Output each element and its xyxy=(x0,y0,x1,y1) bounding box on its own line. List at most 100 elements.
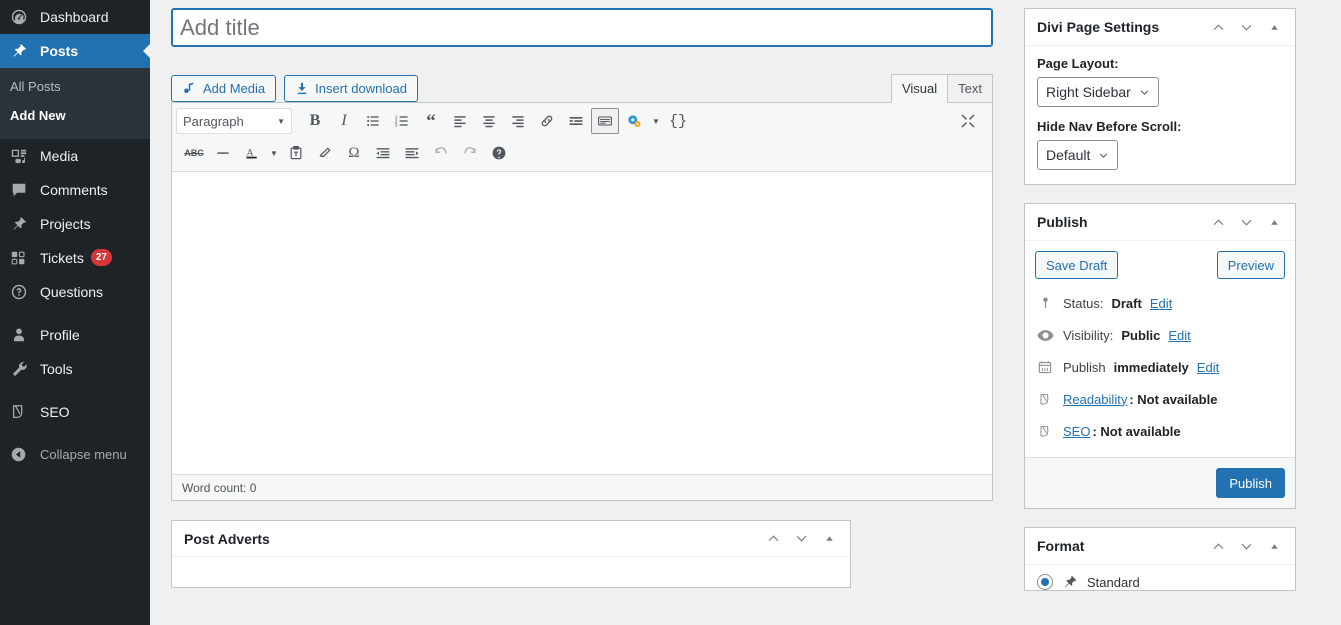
tab-visual[interactable]: Visual xyxy=(890,74,949,103)
pin-icon xyxy=(10,214,32,234)
insert-download-button[interactable]: Insert download xyxy=(284,75,418,102)
sidebar-item-posts[interactable]: Posts xyxy=(0,34,150,68)
align-left-icon[interactable] xyxy=(446,108,474,134)
paragraph-format-select[interactable]: Paragraph ▼ xyxy=(176,108,292,134)
text-color-icon[interactable]: A xyxy=(238,140,266,166)
move-down-icon[interactable] xyxy=(1237,213,1255,231)
sidebar-item-media[interactable]: Media xyxy=(0,139,150,173)
svg-text:3: 3 xyxy=(395,123,398,129)
fullscreen-icon[interactable] xyxy=(954,108,982,134)
special-character-icon[interactable]: Ω xyxy=(340,140,368,166)
move-up-icon[interactable] xyxy=(1209,213,1227,231)
strikethrough-icon[interactable]: ABC xyxy=(180,140,208,166)
clear-formatting-icon[interactable] xyxy=(311,140,339,166)
horizontal-rule-icon[interactable] xyxy=(209,140,237,166)
redo-icon[interactable] xyxy=(456,140,484,166)
toggle-panel-icon[interactable] xyxy=(820,530,838,548)
publish-status-list: Status: Draft Edit Visibility: Public Ed… xyxy=(1025,283,1295,457)
post-adverts-header[interactable]: Post Adverts xyxy=(172,521,850,557)
move-up-icon[interactable] xyxy=(1209,537,1227,555)
status-row: Status: Draft Edit xyxy=(1035,287,1285,319)
format-panel-header[interactable]: Format xyxy=(1025,528,1295,565)
user-icon xyxy=(10,325,32,345)
sidebar-item-label: Profile xyxy=(40,326,80,343)
status-edit-link[interactable]: Edit xyxy=(1150,296,1172,311)
readability-link[interactable]: Readability xyxy=(1063,392,1127,407)
publish-panel: Publish Save Draft Preview Status: Draft… xyxy=(1024,203,1296,509)
bold-icon[interactable]: B xyxy=(301,108,329,134)
move-down-icon[interactable] xyxy=(1237,537,1255,555)
align-center-icon[interactable] xyxy=(475,108,503,134)
add-media-button[interactable]: Add Media xyxy=(171,75,277,102)
seo-link[interactable]: SEO xyxy=(1063,424,1090,439)
sidebar-item-comments[interactable]: Comments xyxy=(0,173,150,207)
comment-icon xyxy=(10,180,32,200)
sidebar-item-tools[interactable]: Tools xyxy=(0,352,150,386)
indent-icon[interactable] xyxy=(398,140,426,166)
move-down-icon[interactable] xyxy=(1237,18,1255,36)
read-more-icon[interactable] xyxy=(562,108,590,134)
download-icon xyxy=(295,81,309,96)
seo-value: : Not available xyxy=(1092,423,1181,439)
text-color-caret-icon[interactable]: ▼ xyxy=(267,140,281,166)
undo-icon[interactable] xyxy=(427,140,455,166)
numbered-list-icon[interactable]: 123 xyxy=(388,108,416,134)
tab-text[interactable]: Text xyxy=(947,74,993,103)
format-option-label: Standard xyxy=(1087,574,1140,590)
toggle-panel-icon[interactable] xyxy=(1265,213,1283,231)
toggle-panel-icon[interactable] xyxy=(1265,537,1283,555)
question-icon xyxy=(10,282,32,302)
sidebar-item-tickets[interactable]: Tickets 27 xyxy=(0,241,150,275)
publish-date-edit-link[interactable]: Edit xyxy=(1197,360,1219,375)
page-layout-select[interactable]: Right Sidebar xyxy=(1037,77,1159,107)
pin-status-icon xyxy=(1035,293,1055,313)
posts-submenu: All Posts Add New xyxy=(0,68,150,139)
post-title-input[interactable] xyxy=(171,8,993,47)
link-icon[interactable] xyxy=(533,108,561,134)
collapse-menu-button[interactable]: Collapse menu xyxy=(0,438,150,472)
format-option-standard[interactable]: Standard xyxy=(1025,565,1295,590)
shortcode-gear-icon[interactable] xyxy=(620,108,648,134)
move-down-icon[interactable] xyxy=(792,530,810,548)
post-adverts-panel: Post Adverts xyxy=(171,520,851,588)
sidebar-item-seo[interactable]: SEO xyxy=(0,395,150,429)
format-radio-standard[interactable] xyxy=(1037,574,1053,590)
chevron-down-icon xyxy=(1098,150,1109,161)
hide-nav-select[interactable]: Default xyxy=(1037,140,1119,170)
toggle-panel-icon[interactable] xyxy=(1265,18,1283,36)
move-up-icon[interactable] xyxy=(764,530,782,548)
code-braces-icon[interactable]: {} xyxy=(664,108,692,134)
italic-icon[interactable]: I xyxy=(330,108,358,134)
outdent-icon[interactable] xyxy=(369,140,397,166)
move-up-icon[interactable] xyxy=(1209,18,1227,36)
publish-panel-header[interactable]: Publish xyxy=(1025,204,1295,241)
media-buttons-row: Add Media Insert download Visual Text xyxy=(171,66,993,103)
shortcode-caret-icon[interactable]: ▼ xyxy=(649,108,663,134)
blockquote-icon[interactable]: “ xyxy=(417,108,445,134)
sidebar-item-profile[interactable]: Profile xyxy=(0,318,150,352)
bulleted-list-icon[interactable] xyxy=(359,108,387,134)
save-draft-button[interactable]: Save Draft xyxy=(1035,251,1119,279)
title-field-wrapper xyxy=(171,8,1010,47)
yoast-icon xyxy=(1035,421,1055,441)
hide-nav-value: Default xyxy=(1046,147,1091,163)
publish-button[interactable]: Publish xyxy=(1216,468,1285,498)
preview-button[interactable]: Preview xyxy=(1216,251,1285,279)
paste-as-text-icon[interactable] xyxy=(282,140,310,166)
submenu-item-label: All Posts xyxy=(10,79,61,94)
sidebar-item-dashboard[interactable]: Dashboard xyxy=(0,0,150,34)
toolbar-row-2: ABC A ▼ Ω xyxy=(176,137,988,169)
editor-content-area[interactable] xyxy=(172,172,992,475)
visibility-edit-link[interactable]: Edit xyxy=(1168,328,1190,343)
align-right-icon[interactable] xyxy=(504,108,532,134)
keyboard-shortcuts-icon[interactable] xyxy=(485,140,513,166)
sidebar-item-questions[interactable]: Questions xyxy=(0,275,150,309)
submenu-item-add-new[interactable]: Add New xyxy=(0,102,150,131)
editor-container: Paragraph ▼ B I 123 “ ▼ {} ABC A ▼ Ω Wor… xyxy=(171,102,993,501)
toolbar-toggle-icon[interactable] xyxy=(591,108,619,134)
collapse-menu-label: Collapse menu xyxy=(40,447,127,463)
submenu-item-all-posts[interactable]: All Posts xyxy=(0,73,150,102)
divi-panel-header[interactable]: Divi Page Settings xyxy=(1025,9,1295,46)
sidebar-item-projects[interactable]: Projects xyxy=(0,207,150,241)
sidebar-separator xyxy=(0,429,150,438)
